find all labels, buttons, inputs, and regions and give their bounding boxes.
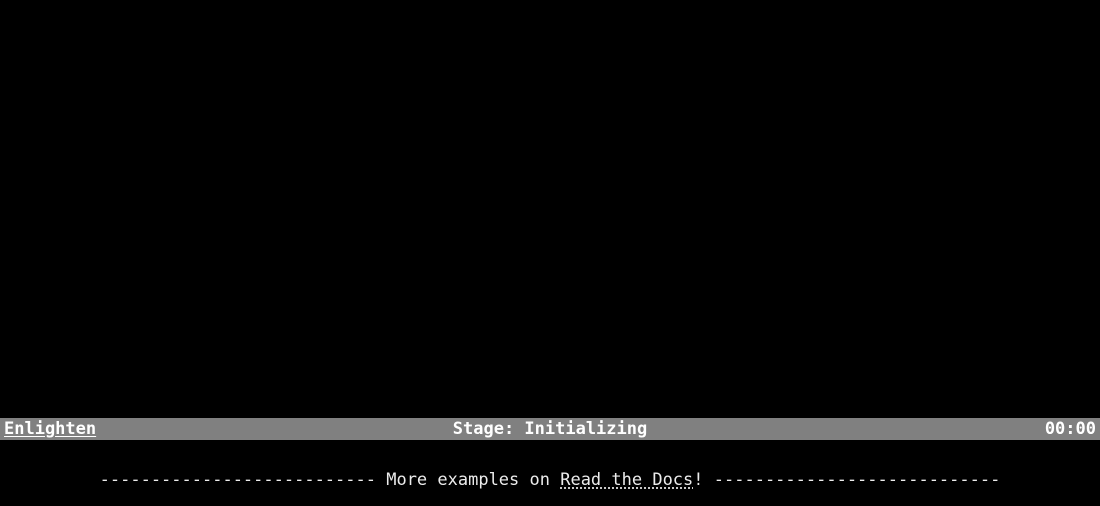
status-program-name: Enlighten (4, 418, 96, 440)
footer-dashes-left: --------------------------- (100, 470, 387, 490)
footer-text-after: ! (693, 470, 713, 490)
footer-text-before: More examples on (386, 470, 560, 490)
status-bar: Enlighten Stage: Initializing 00:00 (0, 418, 1100, 440)
terminal-window: Enlighten Stage: Initializing 00:00 ----… (0, 0, 1100, 506)
footer-line: --------------------------- More example… (0, 469, 1100, 491)
status-timer: 00:00 (1045, 418, 1096, 440)
footer-dashes-right: ---------------------------- (714, 470, 1001, 490)
status-stage: Stage: Initializing (0, 418, 1100, 440)
read-the-docs-link[interactable]: Read the Docs (560, 470, 693, 490)
